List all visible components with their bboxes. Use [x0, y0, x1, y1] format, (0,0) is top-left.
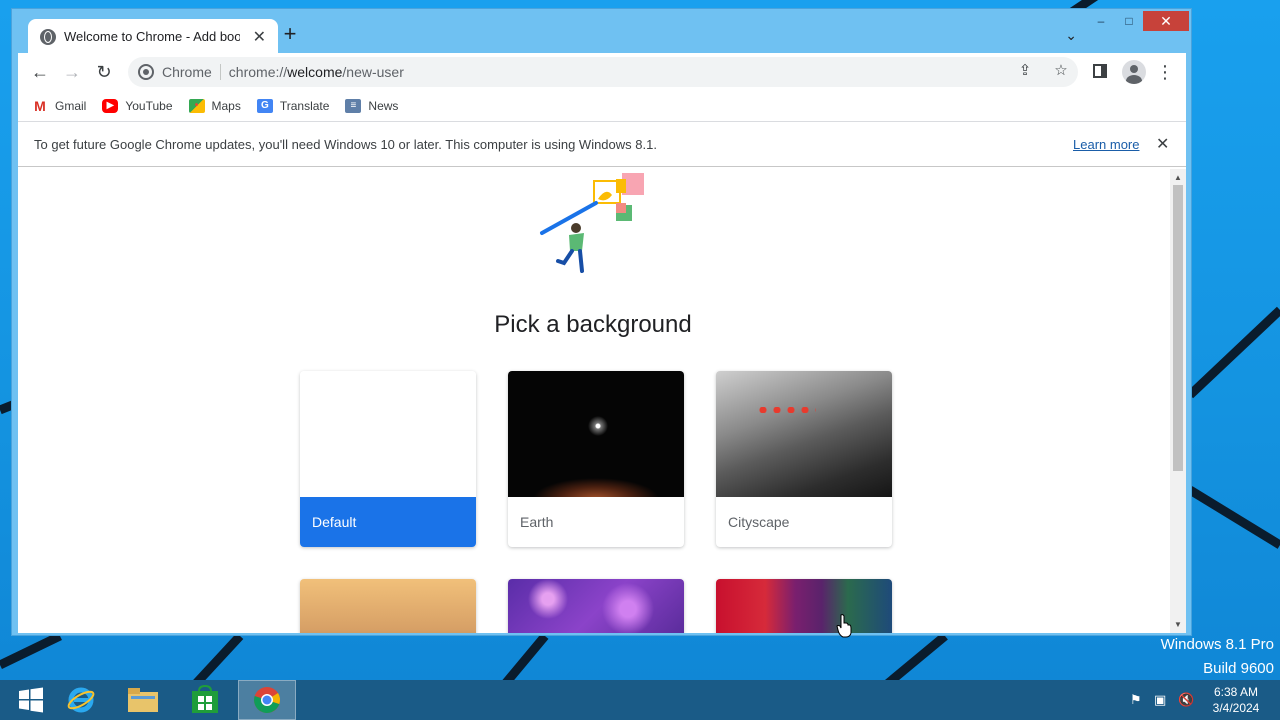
welcome-page: Pick a background Default Earth Cityscap…: [18, 169, 1168, 633]
bookmark-label: YouTube: [125, 99, 173, 113]
background-card-default[interactable]: Default: [300, 371, 476, 547]
taskbar-file-explorer[interactable]: [114, 680, 172, 720]
url-path: /new-user: [342, 64, 404, 80]
chrome-window: – □ ✕ Welcome to Chrome - Add book ✕ + ⌄…: [11, 8, 1192, 636]
bookmark-maps[interactable]: • Maps: [188, 99, 241, 113]
background-card-earth[interactable]: Earth: [508, 371, 684, 547]
url-text: chrome://welcome/new-user: [229, 64, 404, 80]
chrome-logo-icon: [254, 687, 280, 714]
store-icon: [192, 685, 218, 713]
url-host: welcome: [287, 64, 343, 80]
clock-date: 3/4/2024: [1212, 701, 1260, 715]
infobar-message: To get future Google Chrome updates, you…: [34, 136, 657, 152]
taskbar-store[interactable]: [176, 680, 234, 720]
card-label: Cityscape: [728, 514, 790, 530]
background-card-galaxy[interactable]: [508, 579, 684, 633]
url-scheme: chrome://: [228, 64, 288, 80]
bookmark-label: News: [368, 99, 399, 113]
side-panel-icon[interactable]: [1093, 64, 1107, 78]
taskbar-internet-explorer[interactable]: [52, 680, 110, 720]
taskbar-chrome[interactable]: [238, 680, 296, 720]
site-chip: Chrome: [162, 64, 221, 80]
profile-avatar-icon[interactable]: [1122, 60, 1146, 84]
minimize-button[interactable]: –: [1087, 11, 1115, 31]
bookmark-youtube[interactable]: ▶ YouTube: [102, 99, 173, 113]
windows-edition: Windows 8.1 Pro: [1160, 636, 1274, 653]
card-thumbnail: [716, 371, 892, 497]
new-tab-button[interactable]: +: [279, 23, 301, 46]
maps-icon: •: [188, 99, 205, 113]
youtube-icon: ▶: [102, 99, 119, 113]
bookmarks-bar: M Gmail ▶ YouTube • Maps G Translate ≡ N…: [18, 91, 1186, 121]
card-thumbnail: [508, 371, 684, 497]
maximize-button[interactable]: □: [1115, 11, 1143, 31]
card-label: Default: [300, 497, 476, 547]
translate-icon: G: [256, 99, 273, 113]
scroll-down-icon[interactable]: ▼: [1174, 620, 1182, 629]
background-card-coast[interactable]: [300, 579, 476, 633]
globe-icon: [40, 28, 56, 45]
page-scrollbar[interactable]: ▲ ▼: [1170, 169, 1186, 633]
taskbar: ⚑ ▣ 🔇 6:38 AM 3/4/2024: [0, 680, 1280, 720]
card-thumbnail: [508, 579, 684, 633]
card-thumbnail: [300, 579, 476, 633]
flag-icon[interactable]: ⚑: [1130, 692, 1142, 708]
learn-more-link[interactable]: Learn more: [1073, 137, 1139, 152]
address-bar[interactable]: Chrome chrome://welcome/new-user ⇪ ☆: [128, 57, 1078, 87]
omnibox-actions: ⇪ ☆: [1016, 62, 1070, 80]
bookmark-label: Maps: [211, 99, 241, 113]
painter-illustration-icon: [540, 173, 644, 273]
scrollbar-thumb[interactable]: [1173, 185, 1183, 471]
tab-close-icon[interactable]: ✕: [253, 27, 266, 47]
infobar-close-icon[interactable]: ✕: [1156, 134, 1169, 154]
system-clock[interactable]: 6:38 AM 3/4/2024: [1206, 684, 1266, 716]
bookmark-star-icon[interactable]: ☆: [1052, 62, 1070, 80]
background-card-cityscape[interactable]: Cityscape: [716, 371, 892, 547]
volume-muted-icon[interactable]: 🔇: [1178, 692, 1194, 708]
folder-icon: [128, 688, 158, 712]
page-heading: Pick a background: [494, 311, 692, 338]
back-button[interactable]: ←: [28, 60, 52, 84]
scroll-up-icon[interactable]: ▲: [1174, 173, 1182, 182]
card-label: Earth: [520, 514, 554, 530]
clock-time: 6:38 AM: [1213, 685, 1259, 699]
more-menu-icon[interactable]: ⋮: [1155, 60, 1175, 84]
background-card-geometric[interactable]: [716, 579, 892, 633]
window-controls: – □ ✕: [1087, 11, 1189, 33]
browser-body: ← → ↻ Chrome chrome://welcome/new-user ⇪…: [18, 53, 1186, 633]
internet-explorer-icon: [67, 687, 95, 713]
bookmark-news[interactable]: ≡ News: [345, 99, 398, 113]
chrome-icon: [138, 64, 154, 80]
bookmark-label: Translate: [279, 99, 330, 113]
card-thumbnail: [300, 371, 476, 497]
tab-title: Welcome to Chrome - Add book: [64, 29, 240, 44]
update-infobar: To get future Google Chrome updates, you…: [18, 121, 1186, 167]
share-icon[interactable]: ⇪: [1016, 62, 1034, 80]
tab-welcome[interactable]: Welcome to Chrome - Add book ✕: [28, 19, 278, 54]
card-thumbnail: [716, 579, 892, 633]
tab-search-icon[interactable]: ⌄: [1065, 27, 1077, 44]
network-icon[interactable]: ▣: [1154, 692, 1166, 708]
bookmark-translate[interactable]: G Translate: [256, 99, 330, 113]
windows-build: Build 9600: [1203, 660, 1274, 677]
close-window-button[interactable]: ✕: [1143, 11, 1189, 31]
bookmark-label: Gmail: [55, 99, 87, 113]
reload-button[interactable]: ↻: [92, 60, 116, 84]
gmail-icon: M: [34, 98, 46, 114]
hand-cursor-icon: [836, 614, 852, 638]
toolbar: ← → ↻ Chrome chrome://welcome/new-user ⇪…: [18, 53, 1186, 91]
news-icon: ≡: [345, 99, 362, 113]
forward-button[interactable]: →: [60, 60, 84, 84]
windows-logo-icon: [19, 687, 43, 713]
bookmark-gmail[interactable]: M Gmail: [32, 99, 86, 113]
